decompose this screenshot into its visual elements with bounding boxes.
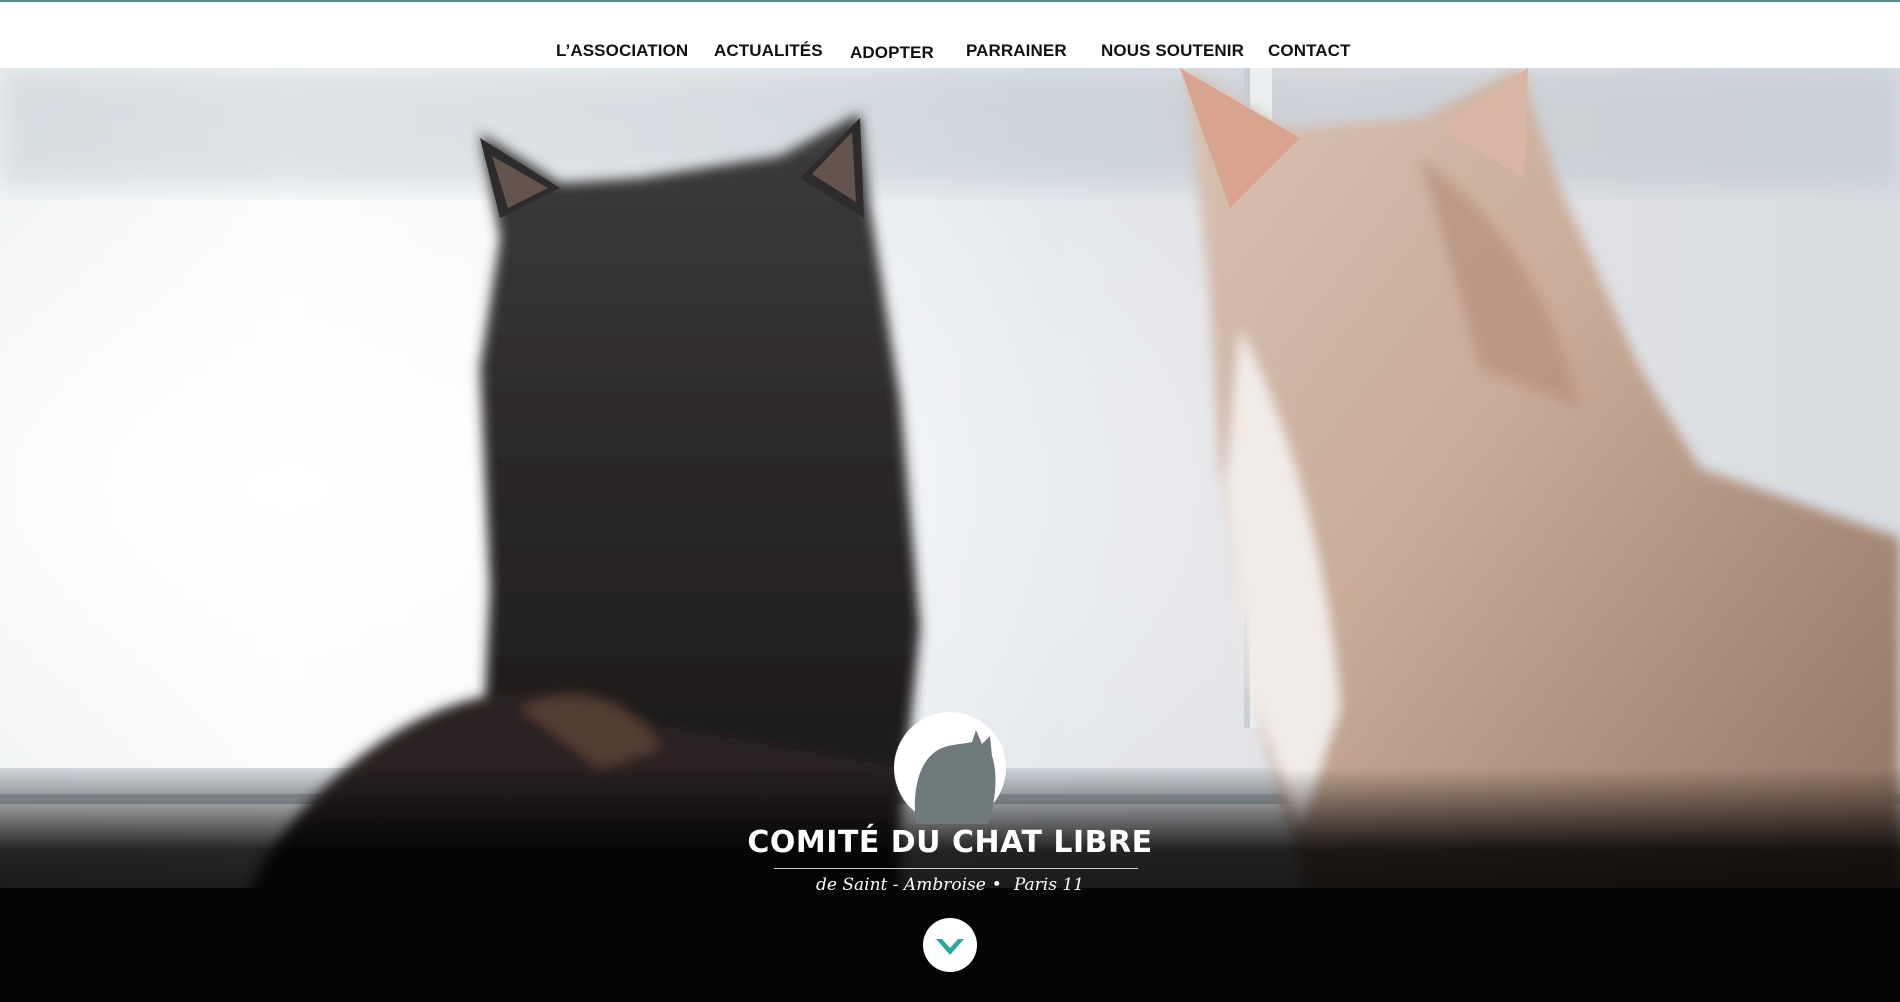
title-divider bbox=[774, 868, 1138, 869]
brand-block: COMITÉ DU CHAT LIBRE de Saint - Ambroise… bbox=[0, 712, 1900, 1002]
site-title: COMITÉ DU CHAT LIBRE bbox=[747, 825, 1153, 860]
nav-association[interactable]: L’ASSOCIATION bbox=[556, 41, 688, 61]
subtitle-city: Paris 11 bbox=[1013, 875, 1084, 895]
site-header: L’ASSOCIATION ACTUALITÉS ADOPTER PARRAIN… bbox=[0, 2, 1900, 68]
nav-adopter[interactable]: ADOPTER bbox=[850, 43, 934, 63]
chevron-down-icon bbox=[936, 939, 964, 955]
site-subtitle: de Saint - Ambroise • Paris 11 bbox=[0, 875, 1900, 895]
page: L’ASSOCIATION ACTUALITÉS ADOPTER PARRAIN… bbox=[0, 0, 1900, 1002]
nav-nous-soutenir[interactable]: NOUS SOUTENIR bbox=[1101, 41, 1244, 61]
nav-actualites[interactable]: ACTUALITÉS bbox=[714, 41, 823, 61]
cat-silhouette-icon bbox=[894, 712, 1006, 824]
nav-contact[interactable]: CONTACT bbox=[1268, 41, 1351, 61]
scroll-down-button[interactable] bbox=[923, 918, 977, 972]
nav-parrainer[interactable]: PARRAINER bbox=[966, 41, 1067, 61]
subtitle-separator: • bbox=[991, 875, 1002, 895]
main-nav: L’ASSOCIATION ACTUALITÉS ADOPTER PARRAIN… bbox=[0, 2, 1900, 68]
subtitle-location: de Saint - Ambroise bbox=[816, 875, 986, 895]
